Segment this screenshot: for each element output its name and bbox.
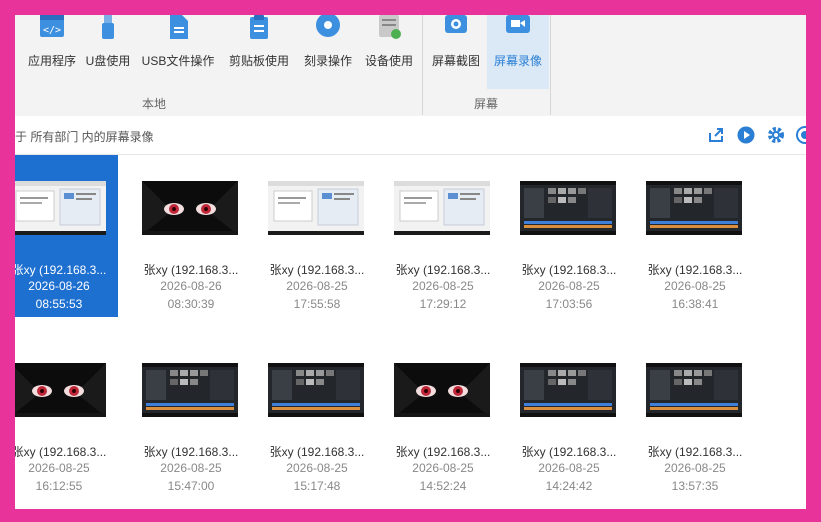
video-camera-icon	[503, 15, 533, 45]
ribbon-label: 剪贴板使用	[228, 54, 289, 68]
recording-date: 2026-08-25	[286, 279, 348, 293]
ribbon-device-button[interactable]: 设备使用	[361, 15, 417, 89]
recording-item[interactable]: 张xy (192.168.3... 2026-08-26 08:30:39	[132, 155, 250, 317]
recording-thumbnail	[520, 363, 616, 417]
recording-name: 张xy (192.168.3...	[143, 263, 239, 277]
recording-time: 17:03:56	[545, 297, 593, 311]
file-icon	[163, 15, 193, 45]
recording-thumbnail	[394, 363, 490, 417]
group-label-local: 本地	[142, 97, 167, 111]
recording-date: 2026-08-25	[538, 279, 600, 293]
recording-item[interactable]: 张xy (192.168.3... 2026-08-26 08:55:53	[15, 155, 118, 317]
ribbon-label: 设备使用	[364, 54, 413, 68]
recording-item[interactable]: 张xy (192.168.3... 2026-08-25 14:52:24	[384, 337, 502, 499]
recording-time: 17:55:58	[293, 297, 341, 311]
ribbon-clipboard-button[interactable]: 剪贴板使用	[225, 15, 293, 89]
recording-time: 15:17:48	[293, 479, 341, 493]
ribbon-label: U盘使用	[85, 54, 131, 68]
ribbon-app-button[interactable]: </> 应用程序	[21, 15, 83, 89]
recording-thumbnail	[15, 363, 106, 417]
recording-time: 17:29:12	[419, 297, 467, 311]
ribbon-screenshot-button[interactable]: 屏幕截图	[428, 15, 484, 89]
recording-item[interactable]: 张xy (192.168.3... 2026-08-25 17:29:12	[384, 155, 502, 317]
recording-time: 14:24:42	[545, 479, 593, 493]
recording-date: 2026-08-26	[160, 279, 222, 293]
recording-name: 张xy (192.168.3...	[521, 445, 617, 459]
code-window-icon: </>	[37, 15, 67, 45]
recording-date: 2026-08-25	[538, 461, 600, 475]
ribbon-burn-button[interactable]: 刻录操作	[301, 15, 355, 89]
recording-date: 2026-08-25	[664, 461, 726, 475]
device-icon	[374, 15, 404, 45]
recording-time: 14:52:24	[419, 479, 467, 493]
recording-date: 2026-08-25	[412, 279, 474, 293]
recording-name: 张xy (192.168.3...	[15, 263, 107, 277]
ribbon-label: USB文件操作	[141, 54, 215, 68]
recording-thumbnail	[646, 363, 742, 417]
recording-item[interactable]: 张xy (192.168.3... 2026-08-25 16:12:55	[15, 337, 118, 499]
recording-name: 张xy (192.168.3...	[647, 263, 743, 277]
recording-date: 2026-08-25	[412, 461, 474, 475]
recording-date: 2026-08-25	[160, 461, 222, 475]
recording-thumbnail	[268, 181, 364, 235]
recording-name: 张xy (192.168.3...	[269, 445, 365, 459]
recording-item[interactable]: 张xy (192.168.3... 2026-08-25 14:24:42	[510, 337, 628, 499]
recording-date: 2026-08-26	[28, 279, 90, 293]
app-window: </> 应用程序 U盘使用 USB文件操作 剪贴板使用 刻录操作 设备使用 本地…	[15, 15, 806, 509]
recording-name: 张xy (192.168.3...	[143, 445, 239, 459]
ribbon-label: 刻录操作	[303, 54, 352, 68]
ribbon: </> 应用程序 U盘使用 USB文件操作 剪贴板使用 刻录操作 设备使用 本地…	[15, 15, 806, 117]
recording-time: 15:47:00	[167, 479, 215, 493]
recording-time: 16:12:55	[35, 479, 83, 493]
group-divider	[550, 15, 551, 115]
ribbon-usb-button[interactable]: U盘使用	[83, 15, 133, 89]
recording-item[interactable]: 张xy (192.168.3... 2026-08-25 13:57:35	[636, 337, 754, 499]
recording-time: 08:30:39	[167, 297, 215, 311]
disc-icon	[313, 15, 343, 45]
recording-thumbnail	[268, 363, 364, 417]
recording-grid: 张xy (192.168.3... 2026-08-26 08:55:53 张xy (…	[15, 155, 806, 509]
recording-thumbnail	[15, 181, 106, 235]
recording-item[interactable]: 张xy (192.168.3... 2026-08-25 17:03:56	[510, 155, 628, 317]
recording-name: 张xy (192.168.3...	[647, 445, 743, 459]
recording-date: 2026-08-25	[664, 279, 726, 293]
ribbon-screen-record-button[interactable]: 屏幕录像	[487, 15, 549, 89]
recording-name: 张xy (192.168.3...	[395, 263, 491, 277]
camera-icon	[441, 15, 471, 45]
recording-item[interactable]: 张xy (192.168.3... 2026-08-25 16:38:41	[636, 155, 754, 317]
recording-item[interactable]: 张xy (192.168.3... 2026-08-25 15:47:00	[132, 337, 250, 499]
group-label-screen: 屏幕	[474, 97, 499, 111]
ribbon-usb-file-button[interactable]: USB文件操作	[139, 15, 217, 89]
recording-name: 张xy (192.168.3...	[269, 263, 365, 277]
recording-time: 08:55:53	[35, 297, 83, 311]
recording-time: 16:38:41	[671, 297, 719, 311]
usb-icon	[93, 15, 123, 45]
clipboard-icon	[244, 15, 274, 45]
ribbon-label: 屏幕录像	[493, 54, 542, 68]
recording-thumbnail	[520, 181, 616, 235]
record-icon[interactable]	[796, 126, 806, 144]
recording-name: 张xy (192.168.3...	[395, 445, 491, 459]
ribbon-label: 屏幕截图	[431, 54, 480, 68]
play-icon[interactable]	[737, 126, 755, 144]
export-icon[interactable]	[707, 126, 725, 144]
recording-thumbnail	[142, 181, 238, 235]
recording-thumbnail	[142, 363, 238, 417]
recording-date: 2026-08-25	[286, 461, 348, 475]
recording-thumbnail	[646, 181, 742, 235]
recording-item[interactable]: 张xy (192.168.3... 2026-08-25 17:55:58	[258, 155, 376, 317]
svg-text:</>: </>	[43, 25, 61, 36]
ribbon-label: 应用程序	[27, 54, 76, 68]
recording-item[interactable]: 张xy (192.168.3... 2026-08-25 15:17:48	[258, 337, 376, 499]
group-divider	[422, 15, 423, 115]
location-path: 于 所有部门 内的屏幕录像	[15, 130, 154, 144]
recording-thumbnail	[394, 181, 490, 235]
recording-date: 2026-08-25	[28, 461, 90, 475]
gear-icon[interactable]	[767, 126, 785, 144]
recording-name: 张xy (192.168.3...	[15, 445, 107, 459]
recording-time: 13:57:35	[671, 479, 719, 493]
recording-name: 张xy (192.168.3...	[521, 263, 617, 277]
path-bar: 于 所有部门 内的屏幕录像	[15, 116, 806, 155]
